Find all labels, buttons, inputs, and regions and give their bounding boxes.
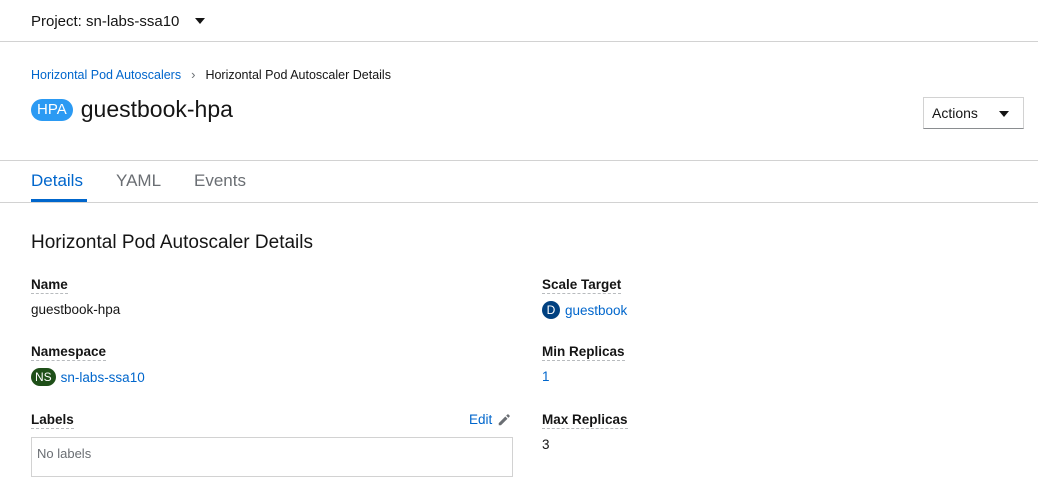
labels-empty-text: No labels <box>37 446 92 461</box>
name-value: guestbook-hpa <box>31 302 121 317</box>
actions-dropdown-button[interactable]: Actions <box>923 97 1024 129</box>
max-replicas-label: Max Replicas <box>542 412 628 429</box>
breadcrumb: Horizontal Pod Autoscalers › Horizontal … <box>31 67 391 82</box>
resource-badge-hpa: HPA <box>31 98 73 121</box>
namespace-value: NS sn-labs-ssa10 <box>31 368 145 386</box>
scale-target-value: D guestbook <box>542 301 627 319</box>
project-selector[interactable]: Project: sn-labs-ssa10 <box>31 10 206 32</box>
max-replicas-value: 3 <box>542 437 550 452</box>
tab-bar: Details YAML Events <box>0 160 1038 203</box>
labels-box[interactable]: No labels <box>31 437 513 477</box>
resource-badge-deployment: D <box>542 301 560 319</box>
namespace-link[interactable]: sn-labs-ssa10 <box>61 370 145 385</box>
edit-labels-button[interactable]: Edit <box>469 412 511 427</box>
pencil-icon <box>499 413 511 425</box>
chevron-right-icon: › <box>191 67 196 82</box>
edit-labels-label: Edit <box>469 412 493 427</box>
scale-target-label: Scale Target <box>542 277 622 294</box>
caret-down-icon <box>999 111 1009 117</box>
min-replicas-value: 1 <box>542 369 550 384</box>
section-title: Horizontal Pod Autoscaler Details <box>31 232 313 253</box>
scale-target-link[interactable]: guestbook <box>565 303 627 318</box>
name-label: Name <box>31 277 68 294</box>
project-bar: Project: sn-labs-ssa10 <box>0 0 1038 42</box>
page-title: guestbook-hpa <box>80 96 233 122</box>
labels-label: Labels <box>31 412 74 429</box>
min-replicas-label: Min Replicas <box>542 344 625 361</box>
breadcrumb-current: Horizontal Pod Autoscaler Details <box>205 67 391 82</box>
tab-events[interactable]: Events <box>194 161 246 202</box>
actions-label: Actions <box>932 105 978 121</box>
project-selector-label: Project: sn-labs-ssa10 <box>31 12 180 30</box>
resource-badge-ns: NS <box>31 368 56 386</box>
caret-down-icon <box>195 18 206 24</box>
tab-yaml[interactable]: YAML <box>116 161 161 202</box>
breadcrumb-link-hpas[interactable]: Horizontal Pod Autoscalers <box>31 68 181 82</box>
tab-details[interactable]: Details <box>31 161 87 202</box>
page-header: HPA guestbook-hpa <box>31 96 233 123</box>
namespace-label: Namespace <box>31 344 107 361</box>
